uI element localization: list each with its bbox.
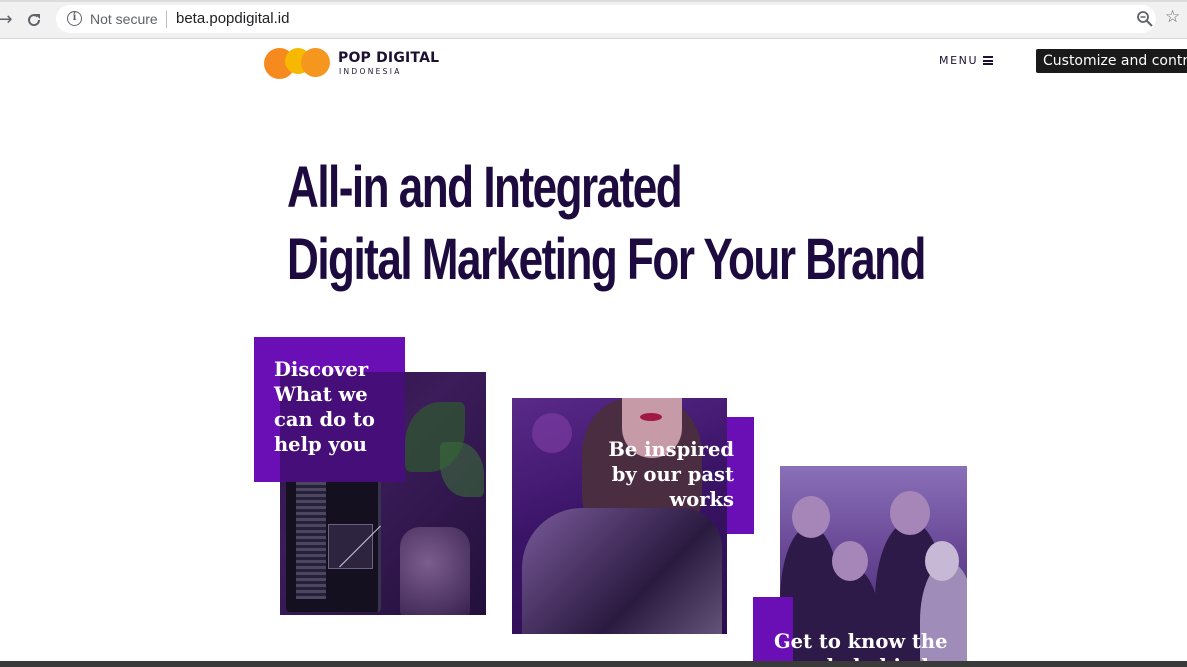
card-works-text[interactable]: Be inspired by our past works [600,437,734,512]
tooltip: Customize and control [1036,49,1187,73]
card-text-line: Be inspired [608,438,734,461]
model-lips-image [640,413,662,421]
hamburger-icon [983,56,994,65]
taskbar-edge [0,661,1187,667]
team-member-head-image [925,541,959,581]
team-member-head-image [890,491,930,535]
logo-subtitle: INDONESIA [339,67,402,76]
logo-circle-icon [301,48,330,77]
divider [166,11,167,28]
url-text[interactable]: beta.popdigital.id [176,10,289,27]
hero-line-2: Digital Marketing For Your Brand [287,227,926,292]
tab-strip [0,0,1187,2]
security-label[interactable]: Not secure [90,11,158,27]
bookmark-star-icon[interactable]: ☆ [1165,7,1180,27]
card-text-line: Discover [274,358,369,381]
plant-image [440,442,484,497]
hero-heading: All-in and Integrated Digital Marketing … [287,152,926,296]
jar-image [400,527,470,615]
card-text-line: help you [274,433,367,456]
model-jacket-image [522,508,722,634]
card-text-line: works [669,488,734,511]
card-works-photo[interactable] [512,398,727,634]
zoom-icon[interactable] [1136,10,1154,28]
team-member-head-image [792,496,830,538]
reload-icon[interactable] [23,9,45,31]
forward-icon[interactable]: → [0,9,16,31]
card-text-line: Get to know the [774,630,948,653]
menu-button[interactable]: MENU [939,54,994,67]
card-services-text[interactable]: Discover What we can do to help you [274,357,404,457]
browser-toolbar: → i Not secure beta.popdigital.id ☆ [0,0,1187,39]
hero-line-1: All-in and Integrated [287,155,683,220]
paint-splash-image [532,413,572,453]
card-text-line: can do to [274,408,375,431]
logo-name: POP DIGITAL [338,50,440,66]
menu-label: MENU [939,54,979,67]
team-member-head-image [832,541,868,581]
info-icon[interactable]: i [67,11,82,26]
site-logo[interactable]: POP DIGITAL INDONESIA [264,46,444,82]
card-text-line: by our past [611,463,734,486]
card-text-line: What we [274,383,368,406]
address-bar[interactable]: i Not secure beta.popdigital.id [56,5,1156,33]
